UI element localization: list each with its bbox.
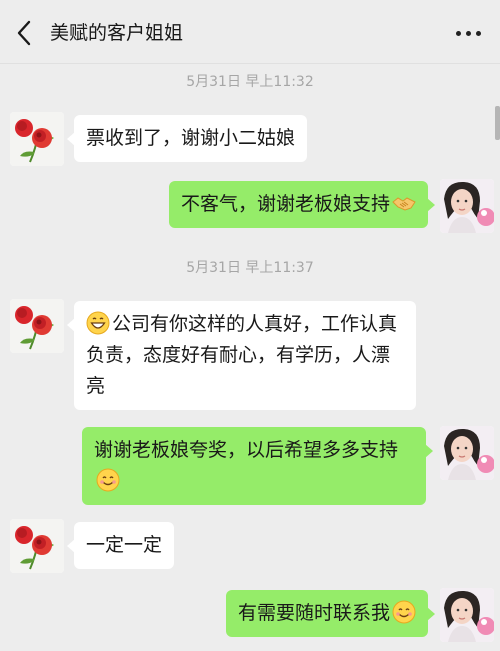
- girl-photo-icon: [440, 179, 494, 233]
- ellipsis-icon: [456, 31, 461, 36]
- smile-emoji-icon: [96, 468, 120, 491]
- grin-emoji-icon: [86, 311, 110, 334]
- rose-icon: [10, 299, 64, 353]
- scrollbar[interactable]: [495, 106, 500, 140]
- outgoing-message-bubble[interactable]: 不客气，谢谢老板娘支持: [168, 181, 436, 228]
- outgoing-message-bubble[interactable]: 有需要随时联系我: [225, 590, 436, 637]
- message-text: 票收到了，谢谢小二姑娘: [86, 127, 296, 149]
- outgoing-message-bubble[interactable]: 谢谢老板娘夸奖，以后希望多多支持: [82, 427, 433, 505]
- self-avatar[interactable]: [440, 588, 494, 642]
- chat-header: 美赋的客户姐姐: [0, 0, 500, 64]
- timestamp: 5月31日 早上11:32: [186, 74, 314, 90]
- chevron-left-icon: [17, 20, 31, 46]
- chat-title: 美赋的客户姐姐: [50, 22, 184, 44]
- girl-photo-icon: [440, 426, 494, 480]
- message-text: 有需要随时联系我: [237, 602, 390, 624]
- contact-avatar[interactable]: [10, 299, 64, 353]
- contact-avatar[interactable]: [10, 112, 64, 166]
- message-text: 谢谢老板娘夸奖，以后希望多多支持: [94, 439, 399, 461]
- back-button[interactable]: [12, 18, 38, 48]
- self-avatar[interactable]: [440, 179, 494, 233]
- message-text: 公司有你这样的人真好，工作认真负责，态度好有耐心，有学历，人漂亮: [86, 313, 398, 397]
- message-text: 不客气，谢谢老板娘支持: [180, 193, 390, 215]
- rose-icon: [10, 519, 64, 573]
- self-avatar[interactable]: [440, 426, 494, 480]
- incoming-message-bubble[interactable]: 一定一定: [66, 522, 175, 569]
- contact-avatar[interactable]: [10, 519, 64, 573]
- message-text: 一定一定: [86, 534, 163, 556]
- handshake-emoji-icon: [392, 196, 416, 211]
- smile-emoji-icon: [392, 600, 416, 623]
- girl-photo-icon: [440, 588, 494, 642]
- ellipsis-icon: [476, 31, 481, 36]
- incoming-message-bubble[interactable]: 票收到了，谢谢小二姑娘: [66, 115, 308, 162]
- ellipsis-icon: [466, 31, 471, 36]
- incoming-message-bubble[interactable]: 公司有你这样的人真好，工作认真负责，态度好有耐心，有学历，人漂亮: [67, 301, 416, 410]
- rose-icon: [10, 112, 64, 166]
- timestamp: 5月31日 早上11:37: [186, 260, 314, 276]
- more-button[interactable]: [454, 22, 484, 44]
